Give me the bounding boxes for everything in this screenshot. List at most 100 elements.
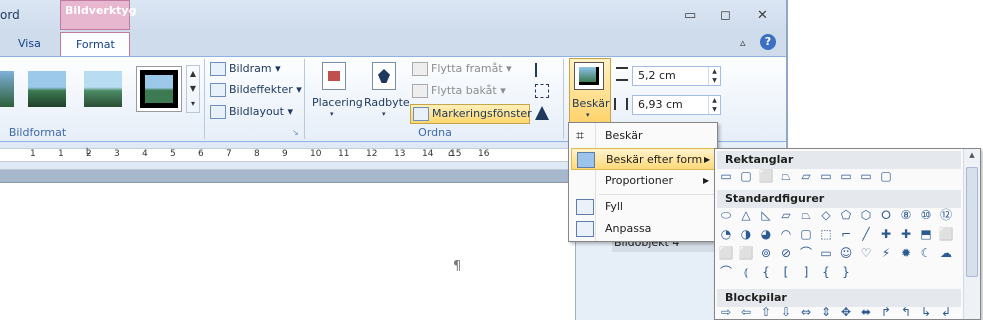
shape-icon[interactable]: ☾ (919, 246, 933, 260)
placering-button[interactable]: Placering ▾ (310, 60, 363, 120)
shape-icon[interactable]: ◔ (719, 227, 733, 241)
gallery-style-thumbnail[interactable] (0, 71, 14, 107)
shape-icon[interactable]: ⇨ (719, 305, 733, 319)
shape-icon[interactable]: ▭ (719, 169, 733, 183)
shape-icon[interactable]: ⬚ (819, 227, 833, 241)
send-backward-button[interactable]: Flytta bakåt ▾ (412, 84, 506, 98)
shape-icon[interactable]: ⊘ (779, 246, 793, 260)
shape-icon[interactable]: △ (739, 208, 753, 222)
shape-icon[interactable]: ⚡ (879, 246, 893, 260)
menu-item-crop[interactable]: ⌗ Beskär (571, 125, 715, 147)
shape-icon[interactable]: ▭ (819, 169, 833, 183)
tab-stop-marker[interactable]: └ (84, 149, 90, 160)
shape-icon[interactable]: ✚ (879, 227, 893, 241)
shape-icon[interactable]: ◠ (779, 227, 793, 241)
shape-height-input[interactable]: 5,2 cm ▲ ▼ (632, 66, 721, 86)
picture-effects-button[interactable]: Bildeffekter ▾ (210, 83, 302, 97)
shape-icon[interactable]: ⊚ (759, 246, 773, 260)
shape-icon[interactable]: ⇕ (819, 305, 833, 319)
gallery-style-thumbnail[interactable] (84, 71, 122, 107)
shape-icon[interactable]: ▢ (799, 227, 813, 241)
shape-icon[interactable]: ▱ (799, 169, 813, 183)
shape-icon[interactable]: ⬌ (859, 305, 873, 319)
shape-icon[interactable]: ▭ (859, 169, 873, 183)
shape-icon[interactable]: ⭘ (879, 208, 893, 222)
gallery-style-thumbnail[interactable] (136, 66, 182, 112)
shape-icon[interactable]: ╱ (859, 227, 873, 241)
shape-icon[interactable]: } (839, 265, 853, 279)
menu-item-crop-to-shape[interactable]: Beskär efter form ▶ (571, 148, 715, 170)
picture-layout-button[interactable]: Bildlayout ▾ (210, 105, 293, 119)
submenu-scrollbar[interactable]: ▲ (963, 149, 980, 319)
shape-icon[interactable]: ◕ (759, 227, 773, 241)
minimize-icon[interactable]: ▭ (684, 8, 696, 23)
rotate-icon[interactable] (535, 106, 549, 120)
gallery-style-thumbnail[interactable] (28, 71, 66, 107)
shape-icon[interactable]: ✚ (899, 227, 913, 241)
shape-icon[interactable]: ⑩ (919, 208, 933, 222)
shape-icon[interactable]: ⬜ (759, 169, 774, 183)
shape-icon[interactable]: ⬜ (719, 246, 734, 260)
indent-marker[interactable]: ⌂ (448, 148, 454, 159)
radbyte-button[interactable]: Radbyte ▾ (362, 60, 410, 120)
shape-icon[interactable]: ⇦ (739, 305, 753, 319)
crop-split-button[interactable]: Beskär ▾ (569, 58, 611, 124)
tab-format[interactable]: Format (76, 35, 115, 55)
picture-styles-gallery[interactable]: ▲ ▼ ▾ (0, 65, 200, 115)
horizontal-ruler[interactable]: 1 1 2 3 4 5 6 7 8 9 10 11 12 13 14 15 16 └ ⌂ (0, 142, 575, 170)
shape-icon[interactable]: ⬜ (939, 227, 954, 241)
shape-icon[interactable]: { (819, 265, 833, 279)
shape-icon[interactable]: ⌒ (719, 265, 733, 279)
shape-icon[interactable]: ◇ (819, 208, 833, 222)
shape-icon[interactable]: ▢ (739, 169, 753, 183)
shape-icon[interactable]: ] (799, 265, 813, 279)
shape-icon[interactable]: ⇩ (779, 305, 793, 319)
tab-format-container[interactable]: Format (60, 32, 130, 57)
shape-icon[interactable]: ▱ (779, 208, 793, 222)
group-icon[interactable] (535, 84, 549, 98)
shape-icon[interactable]: ⬡ (859, 208, 873, 222)
shape-icon[interactable]: ⑧ (899, 208, 913, 222)
menu-item-aspect-ratio[interactable]: Proportioner ▶ (571, 170, 715, 192)
spinner-arrows-icon[interactable]: ▲ ▼ (708, 96, 720, 114)
shape-icon[interactable]: ↲ (939, 305, 953, 319)
shape-icon[interactable]: ▢ (879, 169, 893, 183)
shape-icon[interactable]: ⬠ (839, 208, 853, 222)
shape-icon[interactable]: ⌐ (839, 227, 853, 241)
shape-icon[interactable]: ◺ (759, 208, 773, 222)
shape-icon[interactable]: ↰ (899, 305, 913, 319)
close-icon[interactable]: ✕ (757, 8, 768, 23)
shape-icon[interactable]: ✹ (899, 246, 913, 260)
gallery-scroll-buttons[interactable]: ▲ ▼ ▾ (186, 65, 200, 113)
align-icon[interactable] (535, 63, 549, 77)
shape-icon[interactable]: ⑫ (939, 208, 953, 222)
shape-icon[interactable]: ⏢ (779, 169, 793, 183)
shape-icon[interactable]: ☺ (839, 246, 853, 260)
shape-icon[interactable]: ▭ (819, 246, 833, 260)
shape-icon[interactable]: ⏢ (799, 208, 813, 222)
shape-icon[interactable]: ⇔ (799, 305, 813, 319)
shape-icon[interactable]: ⇧ (759, 305, 773, 319)
help-icon[interactable]: ? (760, 34, 776, 50)
picture-border-button[interactable]: Bildram ▾ (210, 62, 281, 76)
shape-icon[interactable]: ⬜ (739, 246, 754, 260)
ribbon-collapse-icon[interactable]: ▵ (740, 36, 746, 49)
shape-icon[interactable]: ⦅ (739, 265, 753, 279)
shape-icon[interactable]: [ (779, 265, 793, 279)
document-page[interactable]: ¶ (0, 182, 575, 320)
shape-icon[interactable]: ♡ (859, 246, 873, 260)
selection-pane-button[interactable]: Markeringsfönster (410, 104, 532, 124)
shape-width-input[interactable]: 6,93 cm ▲ ▼ (632, 95, 721, 115)
shape-icon[interactable]: ⬭ (719, 208, 733, 222)
tab-visa[interactable]: Visa (18, 34, 41, 54)
spinner-arrows-icon[interactable]: ▲ ▼ (708, 67, 720, 85)
shape-icon[interactable]: ↳ (919, 305, 933, 319)
shape-icon[interactable]: ⌒ (799, 246, 813, 260)
scroll-up-icon[interactable]: ▲ (966, 151, 978, 163)
scrollbar-thumb[interactable] (966, 167, 978, 277)
shape-icon[interactable]: ▭ (839, 169, 853, 183)
shape-icon[interactable]: { (759, 265, 773, 279)
shape-icon[interactable]: ✥ (839, 305, 853, 319)
restore-icon[interactable]: ◻ (720, 8, 731, 23)
dialog-launcher-icon[interactable]: ↘ (292, 128, 299, 137)
